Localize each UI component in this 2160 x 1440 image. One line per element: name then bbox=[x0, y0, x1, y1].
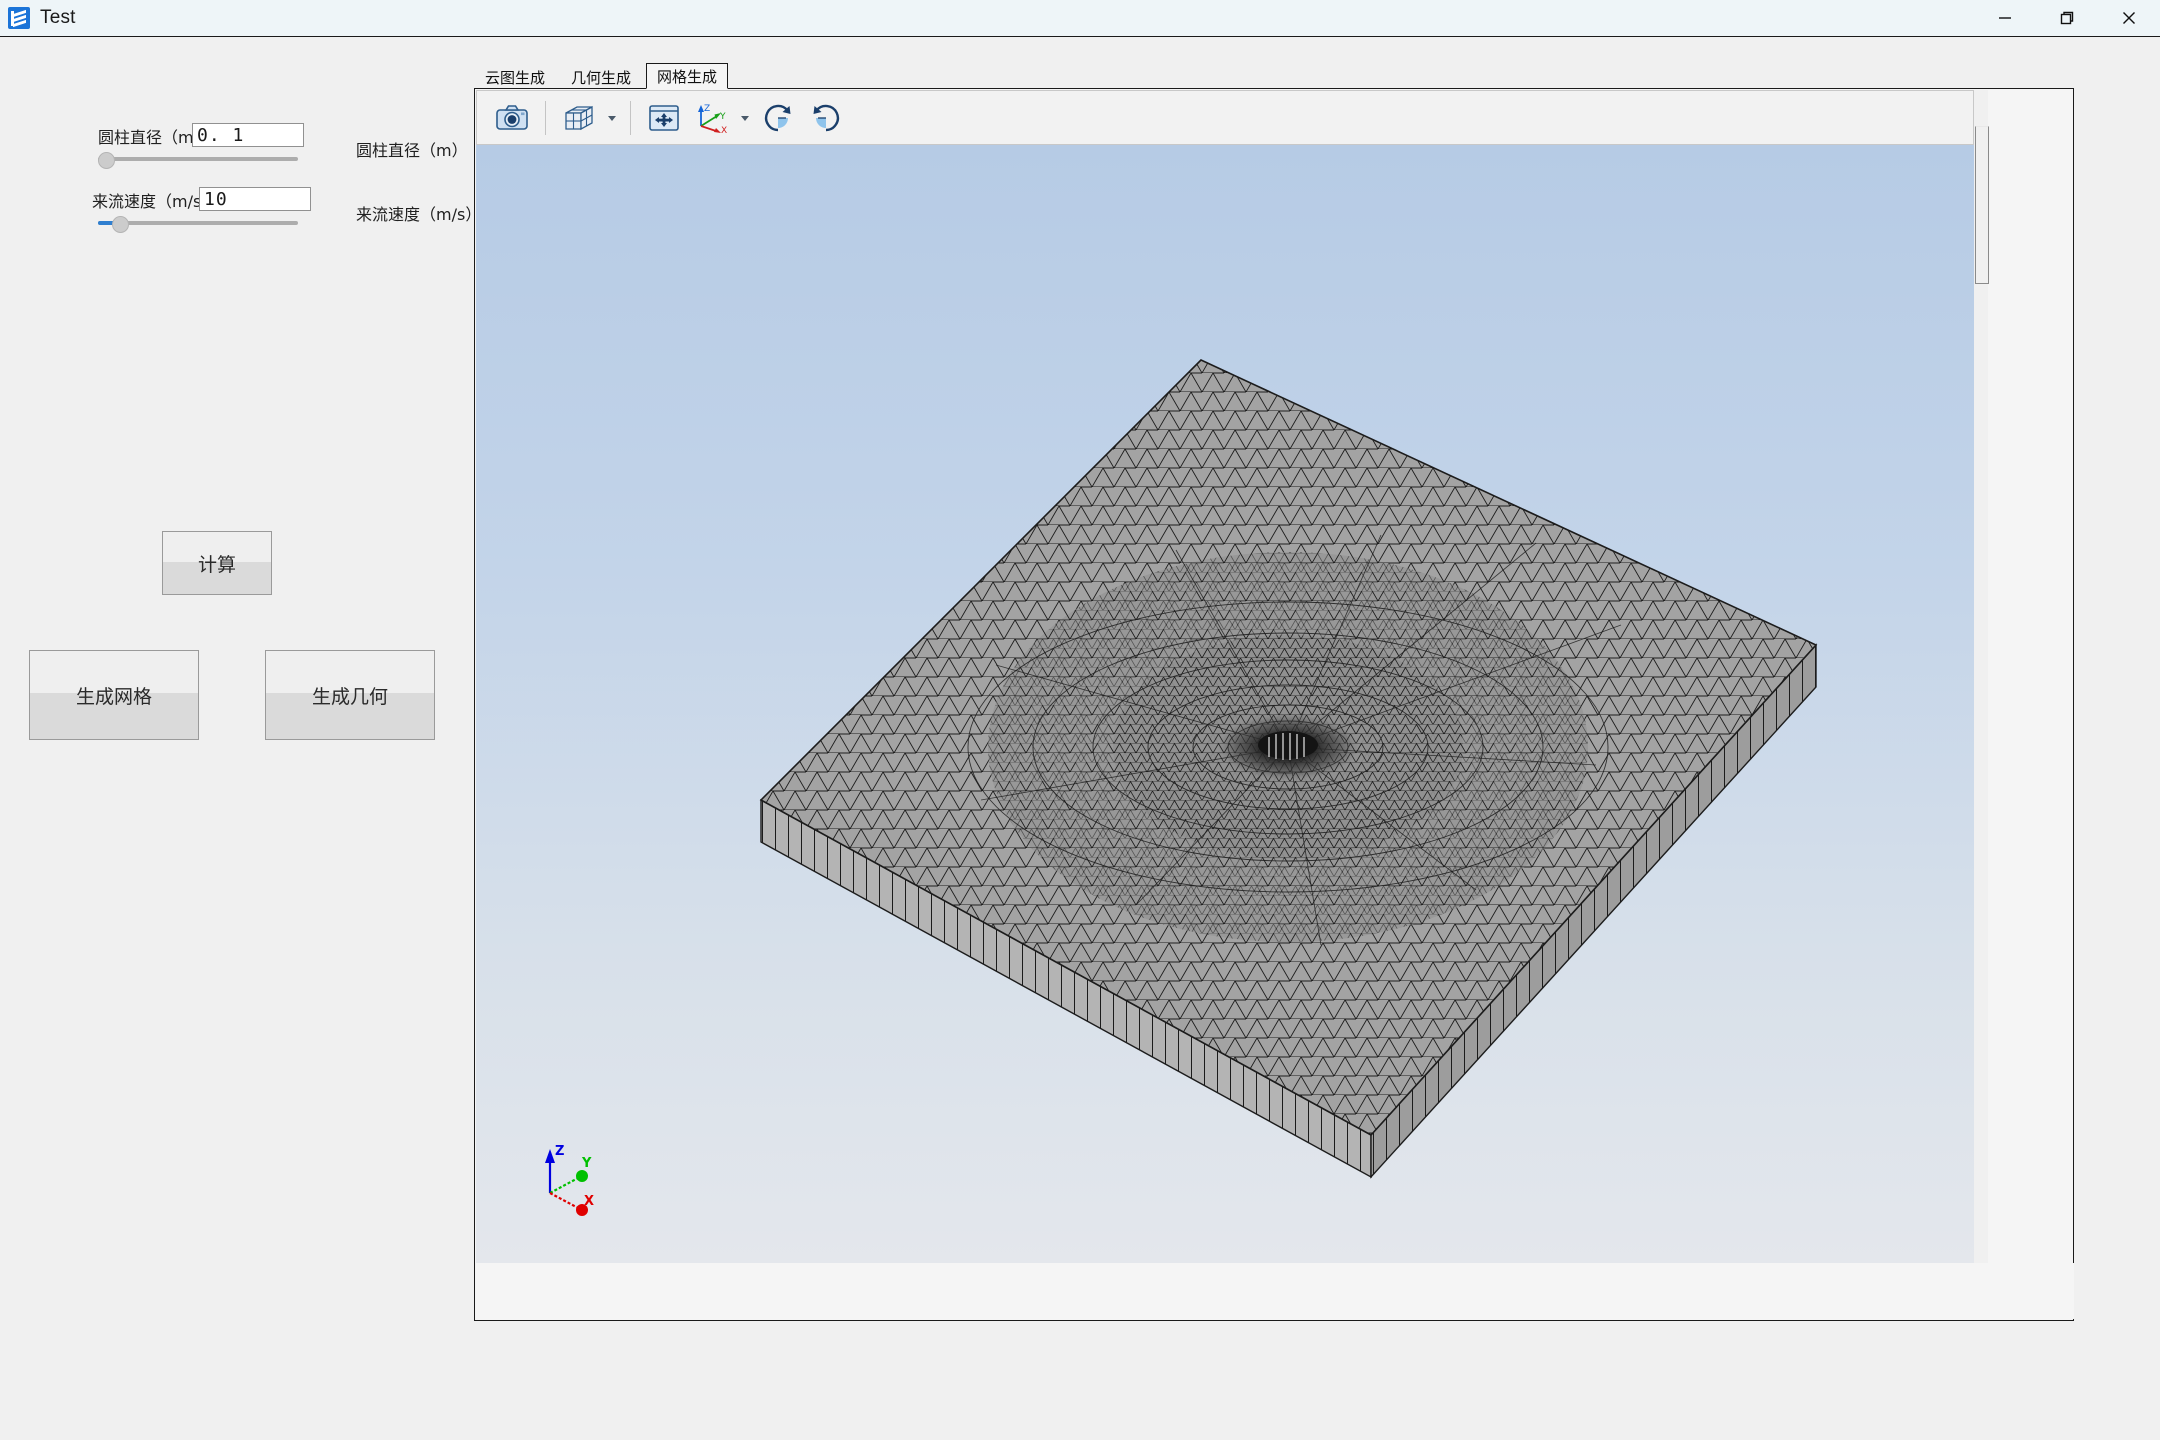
rotate-counterclockwise-icon[interactable] bbox=[803, 97, 849, 139]
toolbar-separator-2 bbox=[630, 100, 631, 135]
diameter-slider-thumb[interactable] bbox=[98, 152, 115, 169]
mesh-viewport[interactable]: Z Y X bbox=[476, 145, 1974, 1265]
calculate-button[interactable]: 计算 bbox=[162, 531, 272, 595]
tab-mesh-generation[interactable]: 网格生成 bbox=[646, 63, 729, 89]
svg-text:Z: Z bbox=[704, 104, 710, 114]
diameter-slider[interactable] bbox=[98, 150, 298, 169]
rotate-clockwise-icon[interactable] bbox=[755, 97, 801, 139]
toolbar-separator-1 bbox=[545, 100, 546, 135]
svg-text:X: X bbox=[721, 126, 727, 136]
main-tab-pane: 云图生成 几何生成 网格生成 Z Y X Z Y X bbox=[474, 63, 2074, 1321]
diameter-slider-track[interactable] bbox=[98, 157, 298, 161]
view-cube-icon[interactable] bbox=[556, 97, 602, 139]
viewport-scrollbar-vertical[interactable] bbox=[1974, 90, 1989, 1266]
minimize-button[interactable] bbox=[1974, 0, 2036, 36]
close-button[interactable] bbox=[2098, 0, 2160, 36]
application-window: Test 圆柱直径（m） 0. 1 圆柱直径（m） 来流速度（m/s） 10 来… bbox=[0, 0, 2160, 1440]
app-icon bbox=[8, 7, 30, 29]
window-controls bbox=[1974, 0, 2160, 36]
view-cube-dropdown-caret-icon[interactable] bbox=[604, 97, 620, 139]
viewport-scrollbar-thumb[interactable] bbox=[1975, 126, 1989, 284]
slab-top-face bbox=[761, 360, 1816, 1135]
tab-body-mesh-generation: Z Y X Z Y X bbox=[474, 88, 2074, 1321]
svg-text:Y: Y bbox=[719, 112, 726, 122]
diameter-input[interactable] bbox=[192, 123, 304, 147]
velocity-slider[interactable] bbox=[98, 214, 298, 233]
maximize-restore-button[interactable] bbox=[2036, 0, 2098, 36]
axis-label-y: Y bbox=[581, 1156, 592, 1171]
tab-body-footer bbox=[476, 1263, 2074, 1319]
axis-label-z: Z bbox=[555, 1144, 564, 1159]
axis-label-x: X bbox=[584, 1194, 594, 1209]
screenshot-camera-icon[interactable] bbox=[489, 97, 535, 139]
generate-geometry-button[interactable]: 生成几何 bbox=[265, 650, 435, 740]
viewport-toolbar: Z Y X bbox=[476, 90, 1974, 145]
client-area: 圆柱直径（m） 圆柱直径（m） 来流速度（m/s） 来流速度（m/s） 计算 bbox=[0, 36, 2160, 1440]
viewport-axes-triad: Z Y X bbox=[536, 1137, 606, 1217]
orientation-axes-dropdown-caret-icon[interactable] bbox=[737, 97, 753, 139]
window-title: Test bbox=[40, 7, 76, 28]
mesh-render bbox=[759, 359, 1818, 1179]
fit-to-view-icon[interactable] bbox=[641, 97, 687, 139]
diameter-side-label: 圆柱直径（m） bbox=[356, 141, 468, 160]
velocity-side-label: 来流速度（m/s） bbox=[356, 205, 482, 224]
orientation-axes-icon[interactable]: Z Y X bbox=[689, 97, 735, 139]
generate-mesh-button[interactable]: 生成网格 bbox=[29, 650, 199, 740]
tab-strip: 云图生成 几何生成 网格生成 bbox=[474, 63, 2074, 89]
title-bar: Test bbox=[0, 0, 2160, 37]
tab-geometry-generation[interactable]: 几何生成 bbox=[560, 65, 642, 89]
cylinder-hole bbox=[1258, 731, 1318, 759]
velocity-input[interactable] bbox=[199, 187, 311, 211]
tab-contour-generation[interactable]: 云图生成 bbox=[474, 65, 556, 89]
parameter-panel: 圆柱直径（m） 圆柱直径（m） 来流速度（m/s） 来流速度（m/s） 计算 bbox=[0, 37, 481, 1440]
velocity-slider-thumb[interactable] bbox=[112, 216, 129, 233]
